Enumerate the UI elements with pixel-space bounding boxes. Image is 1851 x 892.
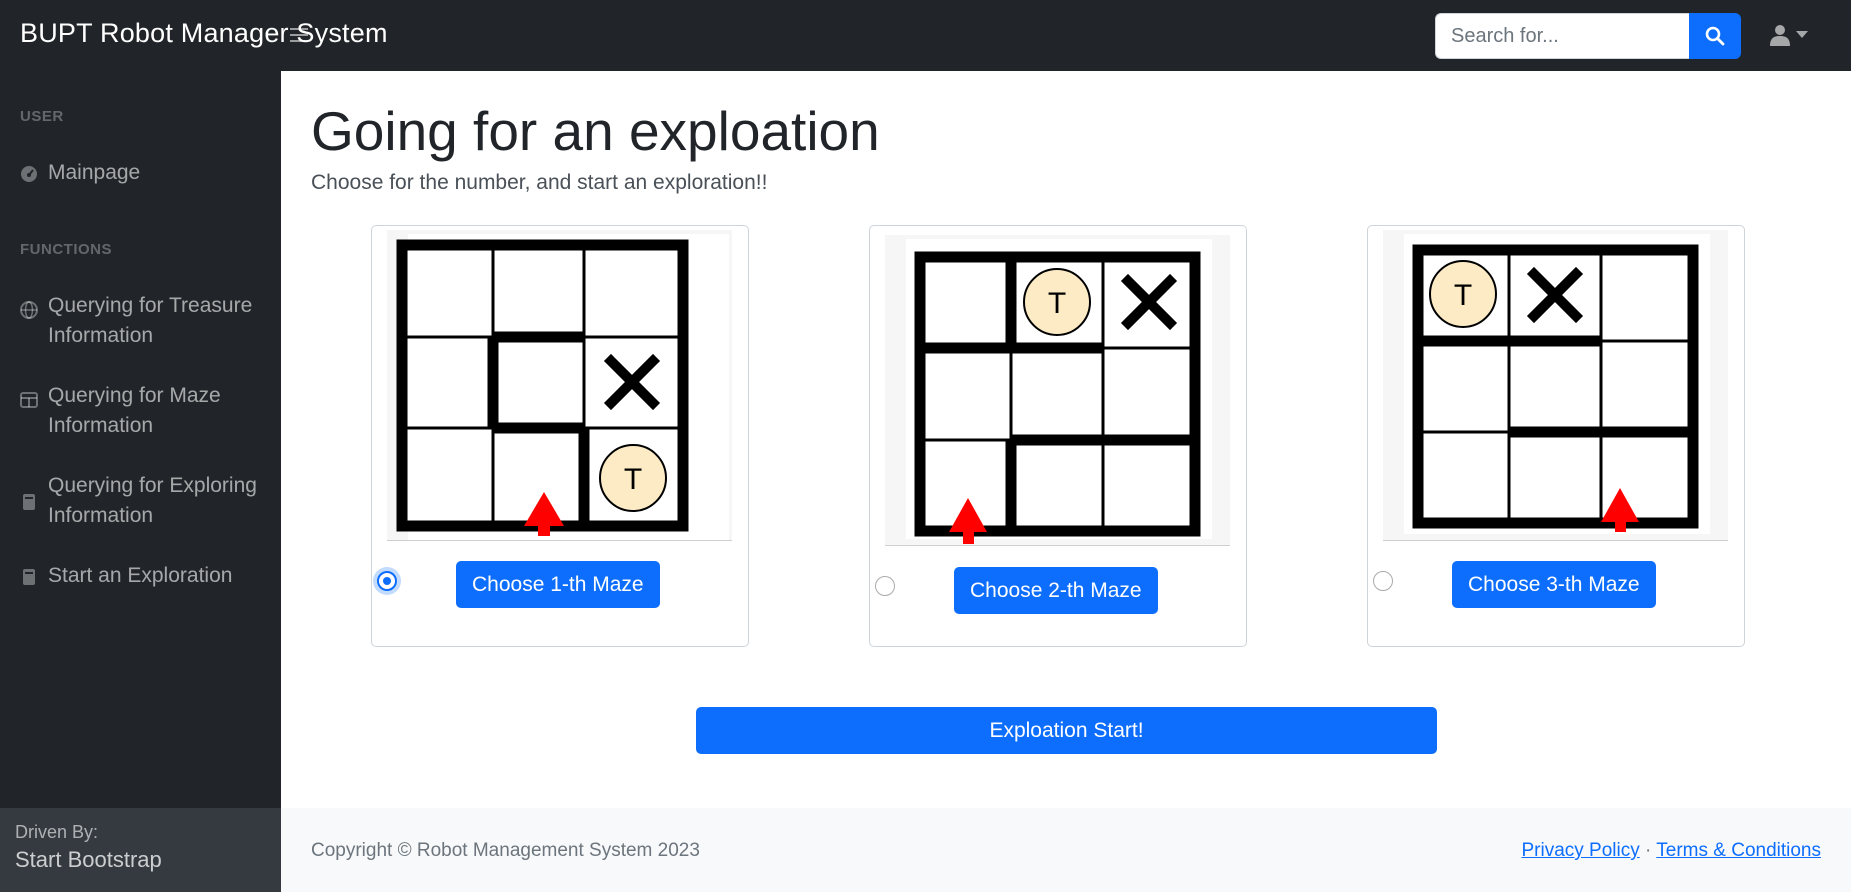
- footer-links: Privacy Policy · Terms & Conditions: [1521, 840, 1821, 862]
- sidebar-heading-user: USER: [20, 108, 64, 125]
- sidebar-item-label: Start an Exploration: [48, 564, 233, 587]
- maze-card-3: T Choose 3-th Maze: [1367, 225, 1745, 647]
- caret-down-icon: [1796, 31, 1808, 38]
- sidebar-item-treasure[interactable]: Querying for Treasure Information: [20, 291, 265, 351]
- start-exploration-button[interactable]: Exploation Start!: [696, 707, 1437, 754]
- svg-text:T: T: [624, 463, 642, 496]
- sidebar-item-label: Querying for Exploring Information: [48, 474, 257, 527]
- sidebar: USER Mainpage FUNCTIONS Querying for Tre…: [0, 71, 281, 808]
- maze-radio-2[interactable]: [875, 576, 895, 596]
- sidebar-footer-credit: Start Bootstrap: [15, 847, 162, 872]
- choose-maze-2-button[interactable]: Choose 2-th Maze: [954, 567, 1158, 614]
- sidebar-item-label: Mainpage: [48, 161, 141, 184]
- brand-title[interactable]: BUPT Robot Manager System: [20, 18, 388, 49]
- search-group: [1435, 13, 1741, 59]
- top-navbar: BUPT Robot Manager System: [0, 0, 1851, 71]
- copyright-text: Copyright © Robot Management System 2023: [311, 840, 700, 861]
- page-title: Going for an exploation: [311, 100, 880, 162]
- tachometer-icon: [21, 166, 37, 182]
- svg-text:T: T: [1048, 287, 1066, 320]
- book-icon: [23, 569, 35, 585]
- maze-image-1: T: [387, 230, 732, 541]
- maze-radio-1[interactable]: [377, 571, 397, 591]
- choose-maze-1-button[interactable]: Choose 1-th Maze: [456, 561, 660, 608]
- user-dropdown[interactable]: [1770, 24, 1808, 46]
- search-button[interactable]: [1689, 13, 1741, 59]
- table-icon: [20, 392, 38, 408]
- sidebar-footer-caption: Driven By:: [15, 822, 99, 842]
- maze-image-3: T: [1383, 230, 1728, 541]
- terms-link[interactable]: Terms & Conditions: [1656, 840, 1821, 861]
- privacy-policy-link[interactable]: Privacy Policy: [1521, 840, 1639, 861]
- maze-card-2: T Choose 2-th Maze: [869, 225, 1247, 647]
- sidebar-item-label: Querying for Treasure Information: [48, 294, 253, 347]
- sidebar-heading-functions: FUNCTIONS: [20, 241, 112, 258]
- sidebar-footer: Driven By: Start Bootstrap: [0, 808, 281, 892]
- user-icon: [1770, 25, 1790, 46]
- book-icon: [23, 494, 35, 510]
- globe-icon: [20, 301, 38, 319]
- sidebar-item-mainpage[interactable]: Mainpage: [20, 158, 140, 188]
- search-input[interactable]: [1435, 13, 1689, 59]
- footer-separator: ·: [1645, 840, 1652, 861]
- sidebar-item-maze[interactable]: Querying for Maze Information: [20, 381, 265, 441]
- maze-radio-3[interactable]: [1373, 571, 1393, 591]
- menu-toggle-icon[interactable]: [290, 27, 308, 43]
- main-content: Going for an exploation Choose for the n…: [281, 71, 1851, 808]
- search-icon: [1705, 26, 1725, 46]
- page-footer: Copyright © Robot Management System 2023…: [281, 808, 1851, 892]
- page-subtitle: Choose for the number, and start an expl…: [311, 171, 768, 194]
- maze-image-2: T: [885, 235, 1230, 546]
- maze-card-1: T Choose 1-th Maze: [371, 225, 749, 647]
- svg-text:T: T: [1454, 279, 1472, 312]
- sidebar-item-start-exploration[interactable]: Start an Exploration: [20, 561, 265, 591]
- sidebar-item-label: Querying for Maze Information: [48, 384, 221, 437]
- choose-maze-3-button[interactable]: Choose 3-th Maze: [1452, 561, 1656, 608]
- sidebar-item-exploring[interactable]: Querying for Exploring Information: [20, 471, 265, 531]
